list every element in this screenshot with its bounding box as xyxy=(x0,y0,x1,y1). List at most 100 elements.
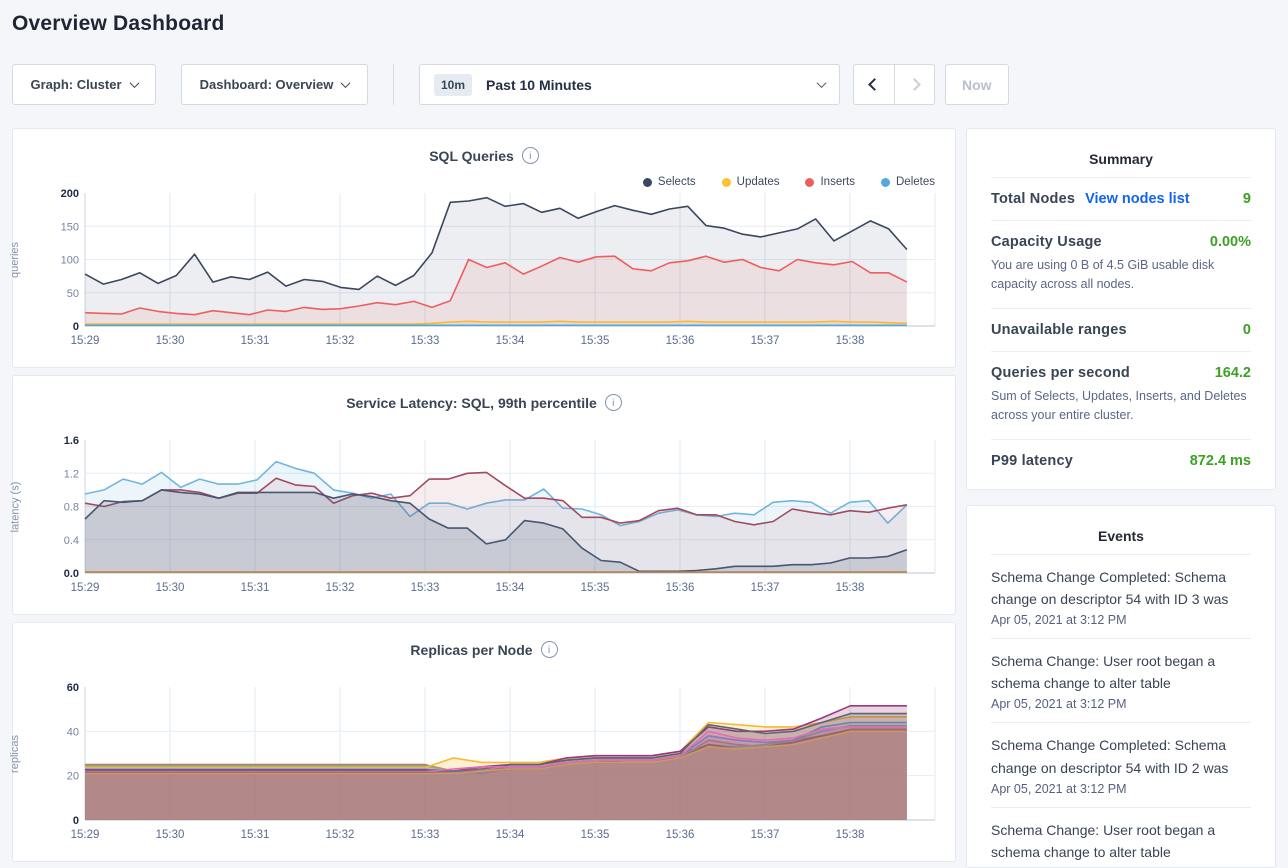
summary-description: Sum of Selects, Updates, Inserts, and De… xyxy=(991,387,1251,426)
svg-text:20: 20 xyxy=(67,771,79,783)
overview-dashboard-page: Overview Dashboard Graph: Cluster Dashbo… xyxy=(0,0,1288,868)
svg-text:15:38: 15:38 xyxy=(836,829,865,841)
chevron-left-icon xyxy=(868,78,881,91)
time-window-badge: 10m xyxy=(434,74,472,96)
replicas-chart-svg: 020406015:2915:3015:3115:3215:3315:3415:… xyxy=(39,681,957,845)
event-item: Schema Change Completed: Schema change o… xyxy=(991,722,1251,806)
chevron-down-icon xyxy=(341,78,351,88)
svg-text:15:30: 15:30 xyxy=(156,335,185,347)
svg-text:15:29: 15:29 xyxy=(71,829,100,841)
graph-dropdown-label: Graph: Cluster xyxy=(30,77,121,92)
svg-text:15:37: 15:37 xyxy=(751,582,780,594)
view-nodes-list-link[interactable]: View nodes list xyxy=(1085,191,1190,207)
summary-value: 164.2 xyxy=(1215,365,1251,381)
events-title: Events xyxy=(991,520,1251,554)
chevron-down-icon xyxy=(129,78,139,88)
svg-text:15:30: 15:30 xyxy=(156,582,185,594)
info-icon[interactable]: i xyxy=(541,641,558,658)
event-item: Schema Change: User root began a schema … xyxy=(991,807,1251,868)
summary-value: 0.00% xyxy=(1210,234,1251,250)
time-prev-button[interactable] xyxy=(854,65,894,104)
svg-text:15:35: 15:35 xyxy=(581,829,610,841)
svg-text:15:30: 15:30 xyxy=(156,829,185,841)
svg-text:1.6: 1.6 xyxy=(64,435,79,447)
event-text: Schema Change: User root began a schema … xyxy=(991,650,1251,694)
summary-row-p99: P99 latency 872.4 ms xyxy=(991,439,1251,482)
service-latency-chart-svg: 0.00.40.81.21.615:2915:3015:3115:3215:33… xyxy=(39,434,957,598)
svg-text:15:31: 15:31 xyxy=(241,582,270,594)
dashboard-dropdown[interactable]: Dashboard: Overview xyxy=(181,64,368,105)
y-axis-label: replicas xyxy=(0,687,30,820)
summary-row-unavailable: Unavailable ranges 0 xyxy=(991,308,1251,351)
svg-text:15:33: 15:33 xyxy=(411,335,440,347)
summary-label: P99 latency xyxy=(991,453,1073,469)
chart-title: SQL Queries xyxy=(429,148,514,164)
event-item: Schema Change Completed: Schema change o… xyxy=(991,554,1251,638)
svg-text:15:29: 15:29 xyxy=(71,335,100,347)
svg-text:0.0: 0.0 xyxy=(64,568,79,580)
event-timestamp: Apr 05, 2021 at 3:12 PM xyxy=(991,697,1251,711)
chevron-down-icon xyxy=(817,78,827,88)
summary-title: Summary xyxy=(991,143,1251,177)
svg-text:15:37: 15:37 xyxy=(751,335,780,347)
svg-text:40: 40 xyxy=(67,726,79,738)
now-button[interactable]: Now xyxy=(945,64,1009,105)
legend-dot-icon xyxy=(722,178,731,187)
y-axis-label: queries xyxy=(0,193,30,326)
svg-text:15:38: 15:38 xyxy=(836,582,865,594)
info-icon[interactable]: i xyxy=(605,394,622,411)
svg-text:0.4: 0.4 xyxy=(64,535,79,547)
svg-text:15:32: 15:32 xyxy=(326,829,355,841)
svg-text:15:31: 15:31 xyxy=(241,335,270,347)
summary-description: You are using 0 B of 4.5 GiB usable disk… xyxy=(991,256,1251,295)
svg-text:15:35: 15:35 xyxy=(581,335,610,347)
replicas-chart: replicas 020406015:2915:3015:3115:3215:3… xyxy=(39,681,957,845)
summary-row-qps: Queries per second 164.2 Sum of Selects,… xyxy=(991,351,1251,439)
time-nav-arrows xyxy=(853,64,935,105)
sql-queries-panel: SQL Queries i SelectsUpdatesInsertsDelet… xyxy=(12,128,956,368)
svg-text:15:32: 15:32 xyxy=(326,335,355,347)
event-text: Schema Change Completed: Schema change o… xyxy=(991,734,1251,778)
svg-text:15:29: 15:29 xyxy=(71,582,100,594)
sql-queries-chart: queries 05010015020015:2915:3015:3115:32… xyxy=(39,187,957,351)
svg-text:15:35: 15:35 xyxy=(581,582,610,594)
svg-text:15:34: 15:34 xyxy=(496,582,525,594)
summary-card: Summary Total Nodes View nodes list 9 Ca… xyxy=(966,128,1276,490)
summary-value: 872.4 ms xyxy=(1190,453,1251,469)
svg-text:0: 0 xyxy=(73,815,79,827)
sql-queries-chart-svg: 0 50 100 150 200 15:29 15:30 15:31 15:32 15:33 15:… xyxy=(39,187,957,351)
svg-text:15:34: 15:34 xyxy=(496,829,525,841)
time-window-label: Past 10 Minutes xyxy=(486,77,592,93)
graph-dropdown[interactable]: Graph: Cluster xyxy=(12,64,156,105)
event-item: Schema Change: User root began a schema … xyxy=(991,638,1251,722)
chart-title: Service Latency: SQL, 99th percentile xyxy=(346,395,597,411)
legend-dot-icon xyxy=(643,178,652,187)
svg-text:15:36: 15:36 xyxy=(666,829,695,841)
toolbar: Graph: Cluster Dashboard: Overview 10m P… xyxy=(12,64,1009,105)
svg-text:15:36: 15:36 xyxy=(666,335,695,347)
time-range-select[interactable]: 10m Past 10 Minutes xyxy=(419,64,840,105)
svg-text:50: 50 xyxy=(67,288,79,300)
svg-text:15:37: 15:37 xyxy=(751,829,780,841)
event-text: Schema Change: User root began a schema … xyxy=(991,819,1251,863)
summary-label: Capacity Usage xyxy=(991,234,1102,250)
svg-text:150: 150 xyxy=(61,221,79,233)
summary-row-total-nodes: Total Nodes View nodes list 9 xyxy=(991,177,1251,220)
svg-text:100: 100 xyxy=(61,255,79,267)
summary-label: Unavailable ranges xyxy=(991,322,1127,338)
summary-label: Total Nodes xyxy=(991,191,1075,207)
summary-value: 9 xyxy=(1243,191,1251,207)
info-icon[interactable]: i xyxy=(522,147,539,164)
svg-text:15:32: 15:32 xyxy=(326,582,355,594)
service-latency-chart: latency (s) 0.00.40.81.21.615:2915:3015:… xyxy=(39,434,957,598)
svg-text:0: 0 xyxy=(73,321,79,333)
events-card: Events Schema Change Completed: Schema c… xyxy=(966,505,1276,868)
svg-text:15:33: 15:33 xyxy=(411,582,440,594)
legend-dot-icon xyxy=(881,178,890,187)
time-next-button[interactable] xyxy=(894,65,934,104)
svg-text:15:36: 15:36 xyxy=(666,582,695,594)
legend-dot-icon xyxy=(805,178,814,187)
service-latency-panel: Service Latency: SQL, 99th percentile i … xyxy=(12,375,956,615)
svg-text:200: 200 xyxy=(61,188,79,200)
toolbar-divider xyxy=(393,64,394,105)
